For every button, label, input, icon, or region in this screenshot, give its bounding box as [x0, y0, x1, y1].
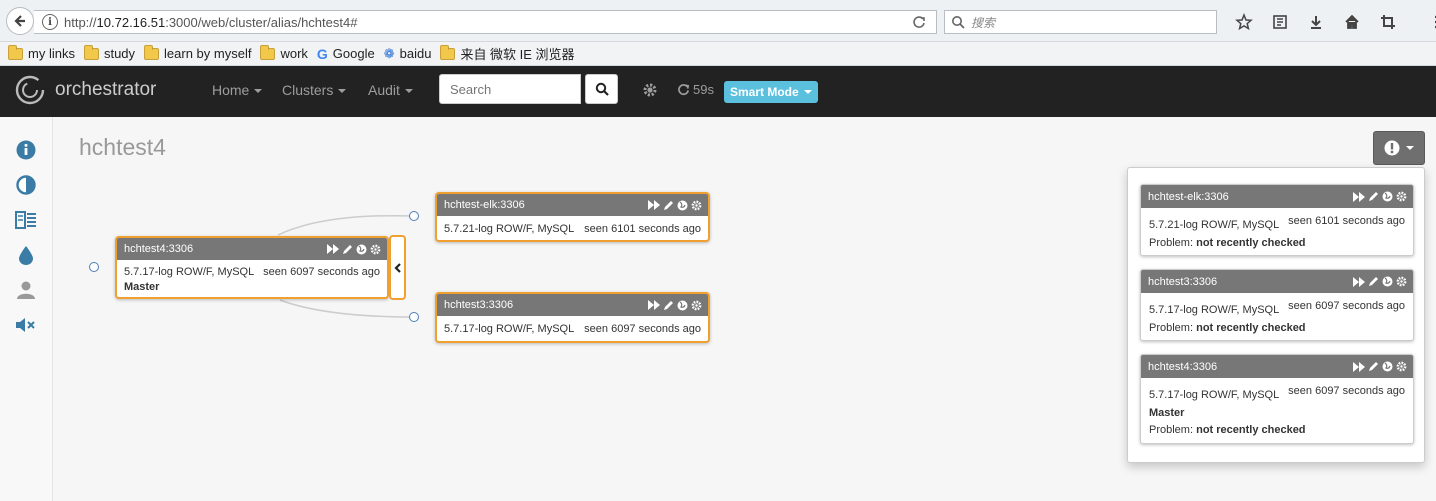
instance-version: 5.7.17-log ROW/F, MySQL [1149, 389, 1280, 401]
instance-last-seen: seen 6097 seconds ago [263, 266, 380, 278]
instance-last-seen: seen 6101 seconds ago [1288, 215, 1405, 227]
globe-icon[interactable] [1382, 276, 1393, 287]
cog-icon[interactable] [370, 244, 381, 255]
problems-dropdown-button[interactable] [1373, 131, 1425, 165]
instance-name: hchtest3:3306 [444, 299, 514, 311]
instance-details: 5.7.21-log ROW/F, MySQL seen 6101 second… [1149, 214, 1405, 232]
master-node-dot[interactable] [89, 262, 99, 272]
pencil-icon[interactable] [663, 300, 674, 311]
cog-icon[interactable] [691, 200, 702, 211]
replica-instance-box[interactable]: hchtest-elk:3306 5.7.21-log ROW/F, MySQL… [435, 192, 710, 242]
fast-forward-icon[interactable] [1353, 361, 1365, 372]
replica-node-dot[interactable] [409, 312, 419, 322]
cog-icon[interactable] [1396, 361, 1407, 372]
problem-text: not recently checked [1196, 424, 1306, 436]
problem-instance-card[interactable]: hchtest3:3306 5.7.17-log ROW/F, MySQL se… [1140, 269, 1414, 341]
instance-header[interactable]: hchtest3:3306 [437, 294, 708, 316]
cog-icon[interactable] [1396, 191, 1407, 202]
chevron-left-icon [393, 262, 401, 273]
globe-icon[interactable] [677, 300, 688, 311]
fast-forward-icon[interactable] [1353, 276, 1365, 287]
problem-text: not recently checked [1196, 322, 1306, 334]
instance-header[interactable]: hchtest-elk:3306 [437, 194, 708, 216]
instance-details: 5.7.17-log ROW/F, MySQL seen 6097 second… [444, 322, 701, 337]
replica-node-dot[interactable] [409, 211, 419, 221]
instance-header[interactable]: hchtest4:3306 [117, 238, 387, 260]
exclamation-circle-icon [1384, 140, 1400, 156]
problem-instance-card[interactable]: hchtest4:3306 5.7.17-log ROW/F, MySQL se… [1140, 354, 1414, 444]
fast-forward-icon[interactable] [648, 200, 660, 210]
pencil-icon[interactable] [1368, 191, 1379, 202]
instance-header[interactable]: hchtest4:3306 [1141, 355, 1413, 378]
instance-details: 5.7.17-log ROW/F, MySQL seen 6097 second… [124, 265, 380, 280]
instance-version: 5.7.21-log ROW/F, MySQL [1149, 219, 1280, 231]
instance-name: hchtest-elk:3306 [1148, 190, 1229, 203]
instance-problem: Problem: not recently checked [1149, 422, 1405, 438]
replica-instance-box[interactable]: hchtest3:3306 5.7.17-log ROW/F, MySQL se… [435, 292, 710, 343]
cog-icon[interactable] [691, 300, 702, 311]
pencil-icon[interactable] [1368, 276, 1379, 287]
instance-last-seen: seen 6097 seconds ago [584, 323, 701, 335]
instance-role: Master [124, 281, 160, 293]
instance-last-seen: seen 6097 seconds ago [1288, 300, 1405, 312]
problems-dropdown-menu: hchtest-elk:3306 5.7.21-log ROW/F, MySQL… [1127, 167, 1425, 463]
collapse-replicas-button[interactable] [389, 235, 406, 300]
instance-problem: Problem: not recently checked [1149, 320, 1405, 336]
instance-problem: Problem: not recently checked [1149, 235, 1405, 251]
instance-name: hchtest-elk:3306 [444, 199, 525, 211]
globe-icon[interactable] [1382, 191, 1393, 202]
instance-details: 5.7.21-log ROW/F, MySQL seen 6101 second… [444, 222, 701, 237]
cog-icon[interactable] [1396, 276, 1407, 287]
problem-label: Problem: [1149, 322, 1194, 334]
problem-label: Problem: [1149, 424, 1194, 436]
globe-icon[interactable] [677, 200, 688, 211]
master-instance-box[interactable]: hchtest4:3306 5.7.17-log ROW/F, MySQL se… [115, 236, 389, 299]
globe-icon[interactable] [1382, 361, 1393, 372]
fast-forward-icon[interactable] [1353, 191, 1365, 202]
instance-header[interactable]: hchtest3:3306 [1141, 270, 1413, 293]
instance-role: Master [1149, 407, 1185, 419]
link-master-to-elk [277, 214, 415, 236]
instance-last-seen: seen 6097 seconds ago [1288, 385, 1405, 397]
fast-forward-icon[interactable] [648, 300, 660, 310]
instance-name: hchtest3:3306 [1148, 275, 1218, 288]
caret-down-icon [1406, 146, 1414, 150]
instance-details: 5.7.17-log ROW/F, MySQL seen 6097 second… [1149, 384, 1405, 402]
pencil-icon[interactable] [342, 244, 353, 255]
instance-version: 5.7.17-log ROW/F, MySQL [124, 266, 255, 278]
pencil-icon[interactable] [663, 200, 674, 211]
problem-instance-card[interactable]: hchtest-elk:3306 5.7.21-log ROW/F, MySQL… [1140, 184, 1414, 256]
link-master-to-hchtest3 [279, 299, 415, 318]
problem-text: not recently checked [1196, 237, 1306, 249]
globe-icon[interactable] [356, 244, 367, 255]
problem-label: Problem: [1149, 237, 1194, 249]
instance-version: 5.7.17-log ROW/F, MySQL [444, 323, 575, 335]
pencil-icon[interactable] [1368, 361, 1379, 372]
instance-name: hchtest4:3306 [1148, 360, 1218, 373]
instance-version: 5.7.17-log ROW/F, MySQL [1149, 304, 1280, 316]
instance-name: hchtest4:3306 [124, 243, 194, 255]
instance-details: 5.7.17-log ROW/F, MySQL seen 6097 second… [1149, 299, 1405, 317]
instance-header[interactable]: hchtest-elk:3306 [1141, 185, 1413, 208]
instance-version: 5.7.21-log ROW/F, MySQL [444, 223, 575, 235]
instance-last-seen: seen 6101 seconds ago [584, 223, 701, 235]
fast-forward-icon[interactable] [327, 244, 339, 254]
